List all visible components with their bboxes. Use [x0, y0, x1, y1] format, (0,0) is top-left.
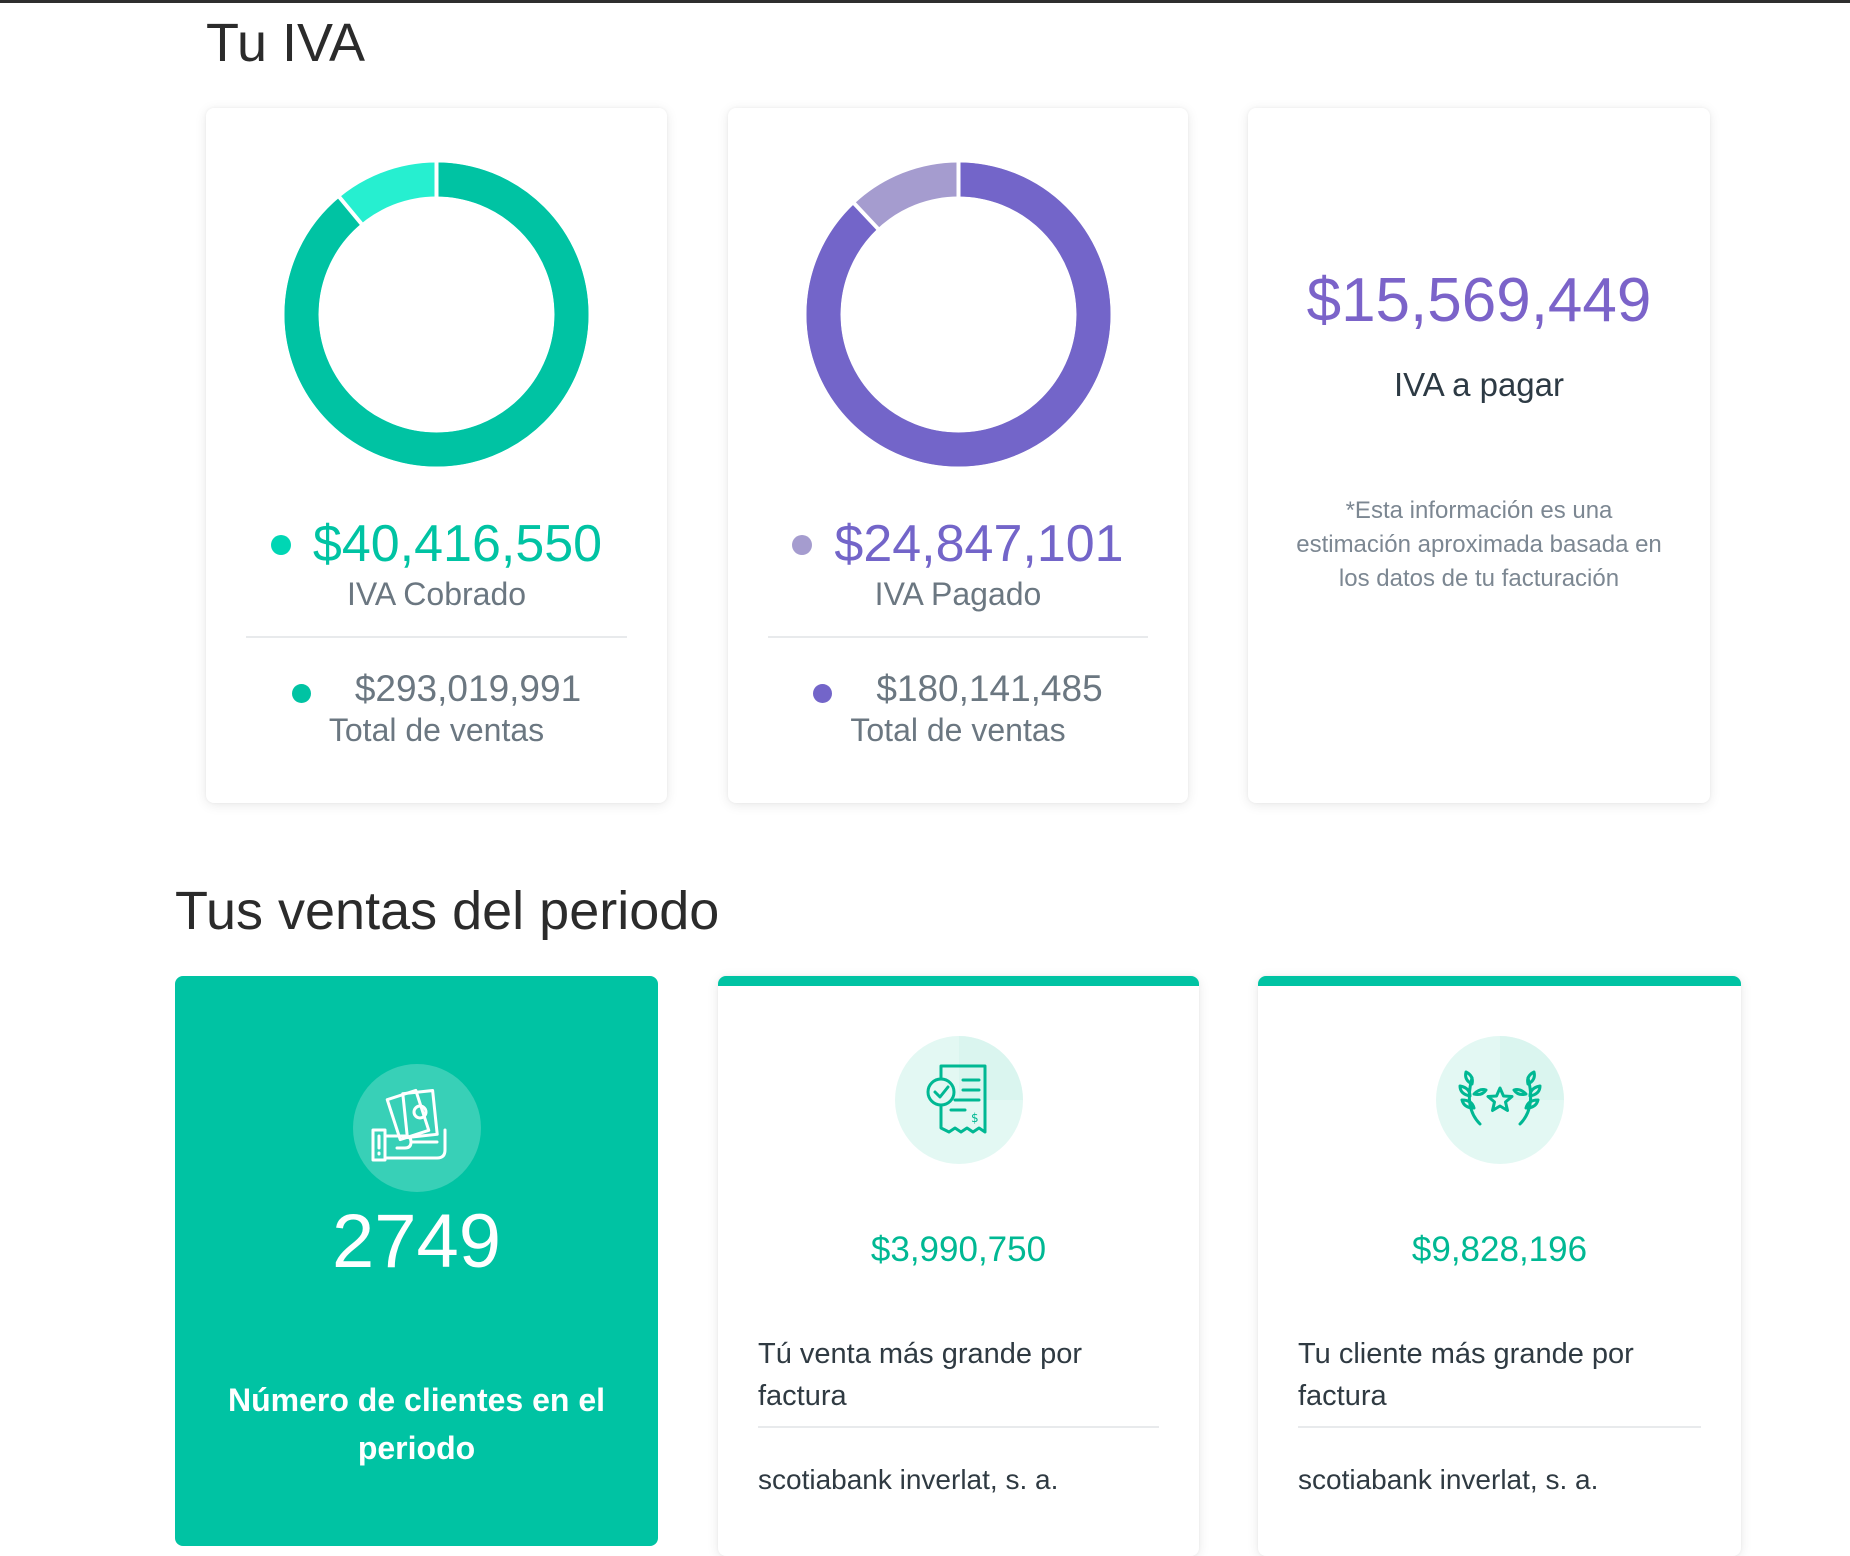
top-border	[0, 0, 1850, 3]
cliente-mas-grande-card: $9,828,196 Tu cliente más grande por fac…	[1258, 976, 1741, 1556]
sales-section-title: Tus ventas del periodo	[175, 881, 720, 941]
laurel-star-icon	[1435, 1036, 1564, 1164]
total-ventas-amount-row: $293,019,991	[206, 670, 667, 707]
divider	[246, 636, 627, 638]
total-ventas-label: Total de ventas	[850, 712, 1066, 748]
iva-section-title: Tu IVA	[206, 13, 366, 73]
iva-cobrado-card: $40,416,550 IVA Cobrado $293,019,991 Tot…	[206, 108, 667, 803]
iva-pagado-amount-row: $24,847,101	[728, 518, 1188, 570]
iva-pagado-card: $24,847,101 IVA Pagado $180,141,485 Tota…	[728, 108, 1188, 803]
venta-mas-grande-amount: $3,990,750	[870, 1230, 1047, 1269]
divider	[1298, 1426, 1701, 1428]
divider	[768, 636, 1148, 638]
svg-text:$: $	[971, 1111, 979, 1125]
total-ventas-label: Total de ventas	[328, 712, 545, 748]
iva-cobrado-label: IVA Cobrado	[346, 576, 527, 612]
total-ventas-amount: $180,141,485	[876, 668, 1103, 709]
donut-main-arc	[806, 162, 1111, 467]
divider	[758, 1426, 1159, 1428]
cliente-mas-grande-client: scotiabank inverlat, s. a.	[1298, 1464, 1599, 1495]
legend-dot	[270, 535, 291, 556]
clientes-count: 2749	[331, 1199, 502, 1284]
iva-a-pagar-card: $15,569,449 IVA a pagar *Esta informació…	[1248, 108, 1710, 803]
iva-cobrado-amount-row: $40,416,550	[206, 518, 667, 570]
venta-mas-grande-client: scotiabank inverlat, s. a.	[758, 1464, 1059, 1495]
iva-pagado-amount: $24,847,101	[834, 515, 1124, 573]
cliente-mas-grande-amount: $9,828,196	[1411, 1230, 1588, 1269]
cliente-mas-grande-description: Tu cliente más grande por factura	[1298, 1338, 1634, 1412]
estimation-note: *Esta información es una estimación apro…	[1296, 497, 1662, 592]
iva-pagado-donut-chart	[798, 154, 1119, 475]
donut-main-arc	[284, 162, 589, 467]
iva-pagado-label: IVA Pagado	[874, 576, 1042, 612]
venta-mas-grande-description: Tú venta más grande por factura	[758, 1338, 1083, 1412]
total-ventas-amount: $293,019,991	[354, 668, 582, 709]
legend-dot	[291, 683, 311, 703]
cash-in-hand-icon	[352, 1064, 481, 1192]
total-ventas-amount-row: $180,141,485	[728, 670, 1188, 707]
iva-cobrado-amount: $40,416,550	[312, 515, 603, 573]
clientes-label: Número de clientes en el periodo	[227, 1382, 605, 1466]
invoice-check-icon: $	[894, 1036, 1023, 1164]
iva-cobrado-donut-chart	[276, 154, 597, 475]
clientes-card: 2749 Número de clientes en el periodo	[175, 976, 658, 1546]
venta-mas-grande-card: $ $3,990,750 Tú venta más grande por fac…	[718, 976, 1199, 1556]
legend-dot	[792, 535, 813, 556]
iva-a-pagar-amount: $15,569,449	[1306, 266, 1652, 335]
legend-dot	[813, 683, 833, 703]
iva-a-pagar-label: IVA a pagar	[1393, 366, 1564, 403]
